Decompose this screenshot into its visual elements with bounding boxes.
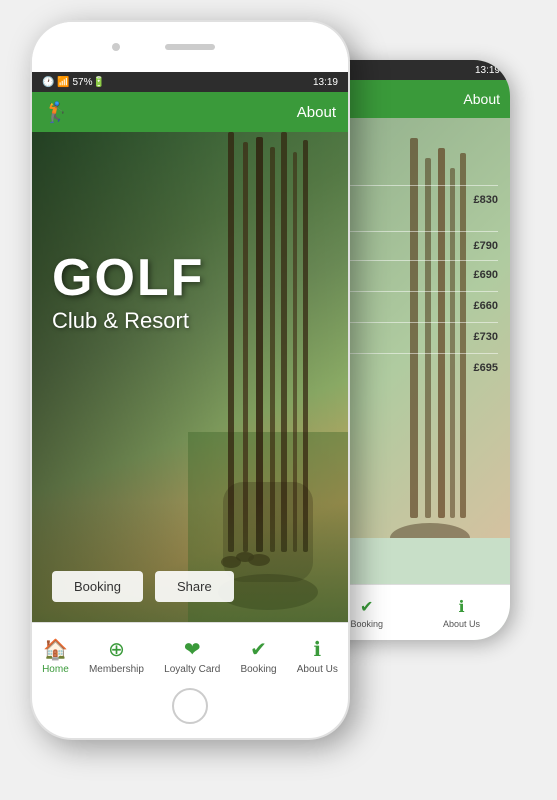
back-about-icon: ℹ [458, 597, 464, 617]
front-nav-membership[interactable]: ⊕ Membership [89, 637, 144, 675]
front-nav-home[interactable]: 🏠 Home [42, 637, 69, 675]
scene: 🕐 📶 57%🔋 13:19 🏌 About ON RATES 017 [0, 0, 557, 800]
front-booking-label: Booking [240, 664, 276, 675]
front-top-bar [32, 22, 348, 72]
hero-buttons: Booking Share [52, 571, 234, 602]
rate-price-4: £660 [474, 300, 498, 312]
back-booking-icon: ✔ [360, 597, 373, 617]
front-nav-booking[interactable]: ✔ Booking [240, 637, 276, 675]
front-nav-loyalty[interactable]: ❤ Loyalty Card [164, 637, 220, 675]
front-nav-about[interactable]: ℹ About Us [297, 637, 338, 675]
front-status-icons: 🕐 📶 57%🔋 [42, 77, 105, 88]
front-status-time: 13:19 [313, 77, 338, 88]
front-camera [112, 43, 120, 51]
front-home-button-row [32, 686, 348, 726]
share-button[interactable]: Share [155, 571, 234, 602]
back-nav-about[interactable]: ℹ About Us [443, 597, 480, 629]
front-hero: GOLF Club & Resort Booking Share [32, 132, 348, 622]
hero-text: GOLF Club & Resort [52, 252, 204, 334]
front-loyalty-label: Loyalty Card [164, 664, 220, 675]
hero-title: GOLF [52, 252, 204, 304]
front-about-nav-label: About Us [297, 664, 338, 675]
front-membership-label: Membership [89, 664, 144, 675]
phone-front: 🕐 📶 57%🔋 13:19 🏌 About [30, 20, 350, 740]
back-about-label: About [463, 91, 500, 107]
hero-grass [32, 502, 348, 622]
back-about-label: About Us [443, 619, 480, 629]
front-home-circle[interactable] [172, 688, 208, 724]
front-membership-icon: ⊕ [108, 637, 125, 662]
front-golf-icon: 🏌 [44, 100, 69, 125]
front-loyalty-icon: ❤ [184, 637, 201, 662]
front-booking-icon: ✔ [250, 637, 267, 662]
rate-price-2: £790 [474, 240, 498, 252]
back-booking-label: Booking [350, 619, 383, 629]
rate-price-6: £695 [474, 362, 498, 374]
front-speaker [165, 44, 215, 50]
hero-subtitle: Club & Resort [52, 308, 204, 334]
back-status-time: 13:19 [475, 65, 500, 76]
rate-price-1: £830 [474, 194, 498, 206]
front-status-bar: 🕐 📶 57%🔋 13:19 [32, 72, 348, 92]
rate-price-3: £690 [474, 269, 498, 281]
booking-button[interactable]: Booking [52, 571, 143, 602]
front-home-label: Home [42, 664, 69, 675]
front-bottom-nav: 🏠 Home ⊕ Membership ❤ Loyalty Card ✔ Boo… [32, 622, 348, 686]
back-nav-booking[interactable]: ✔ Booking [350, 597, 383, 629]
front-app-header: 🏌 About [32, 92, 348, 132]
front-about-nav-icon: ℹ [314, 637, 322, 662]
rate-price-5: £730 [474, 331, 498, 343]
front-home-icon: 🏠 [43, 637, 68, 662]
front-about-label: About [297, 104, 336, 121]
